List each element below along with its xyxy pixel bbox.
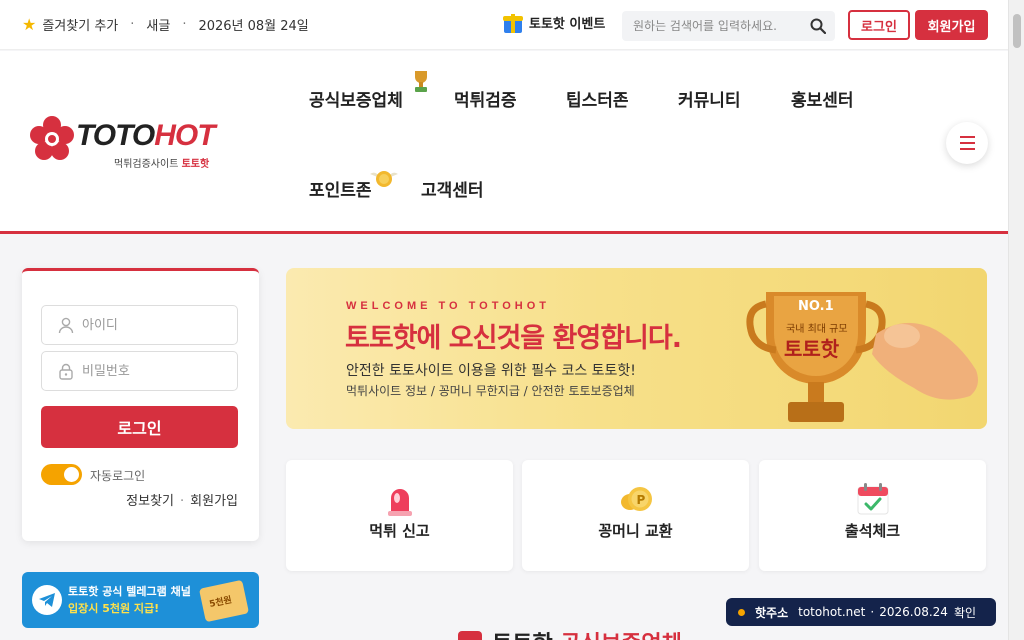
siren-icon (387, 489, 412, 516)
telegram-banner-title: 토토핫 공식 텔레그램 채널 (68, 585, 191, 598)
event-label: 토토핫 이벤트 (529, 16, 606, 32)
join-link[interactable]: 회원가입 (190, 494, 238, 509)
status-dot (738, 608, 745, 616)
star-icon: ★ (22, 14, 37, 34)
svg-text:국내 최대 규모: 국내 최대 규모 (786, 323, 848, 335)
report-scam-label: 먹튀 신고 (369, 522, 430, 540)
login-button[interactable]: 로그인 (41, 406, 238, 448)
user-icon (58, 317, 74, 334)
nav-customer-center[interactable]: 고객센터 (421, 176, 484, 201)
hero-title: 토토핫에 오신것을 환영합니다. (345, 323, 682, 354)
hamburger-icon (959, 134, 975, 152)
report-scam-card[interactable]: 먹튀 신고 (286, 460, 513, 571)
gift-icon (503, 11, 523, 33)
nav-point-zone[interactable]: 포인트존 (309, 176, 372, 201)
attendance-label: 출석체크 (844, 522, 901, 540)
winged-coin-icon (370, 171, 398, 187)
coin-exchange-card[interactable]: P 꽁머니 교환 (522, 460, 749, 571)
hot-address-label: 핫주소 (755, 605, 789, 620)
brand-name: TOTOHOT (76, 119, 216, 152)
svg-text:토토핫: 토토핫 (784, 337, 840, 361)
search-box (622, 11, 835, 41)
login-panel: 로그인 자동로그인 정보찾기·회원가입 (22, 268, 259, 541)
hero-subtitle: 안전한 토토사이트 이용을 위한 필수 코스 토토핫! (346, 363, 636, 379)
site-header: TOTOHOT 먹튀검증사이트 토토핫 공식보증업체 먹튀검증 팁스터존 커뮤니… (0, 51, 1008, 234)
telegram-banner[interactable]: 토토핫 공식 텔레그램 채널 입장시 5천원 지급! 5천원 (22, 572, 259, 628)
lock-icon (59, 363, 73, 380)
flower-logo-icon (30, 116, 74, 160)
nav-tipster-zone[interactable]: 팁스터존 (566, 86, 629, 111)
telegram-icon (32, 585, 62, 615)
page-scrollbar[interactable] (1008, 0, 1024, 640)
svg-text:NO.1: NO.1 (798, 299, 834, 314)
top-bar: ★ 즐겨찾기 추가 · 새글 · 2026년 08월 24일 토토핫 이벤트 로… (0, 0, 1008, 50)
telegram-banner-reward: 입장시 5천원 지급! (68, 602, 160, 615)
welcome-banner[interactable]: WELCOME TO TOTOHOT 토토핫에 오신것을 환영합니다. 안전한 … (286, 268, 987, 429)
calendar-check-icon (857, 483, 888, 515)
id-field[interactable] (41, 305, 238, 345)
trophy-illustration: NO.1 국내 최대 규모 토토핫 (746, 292, 978, 422)
bookmark-link[interactable]: 즐겨찾기 추가 (42, 15, 118, 34)
hero-tags: 먹튀사이트 정보 / 꽁머니 무한지급 / 안전한 토토보증업체 (346, 384, 635, 398)
trophy-badge-icon (415, 71, 427, 92)
scrollbar-thumb[interactable] (1013, 14, 1021, 48)
refresh-link[interactable]: 새글 (146, 15, 170, 34)
hero-welcome: WELCOME TO TOTOHOT (346, 300, 550, 312)
id-input[interactable] (82, 306, 232, 344)
ticket-icon: 5천원 (198, 579, 250, 623)
hot-address-notice[interactable]: 핫주소 totohot.net · 2026.08.24 확인 (726, 598, 996, 626)
hot-address-domain: totohot.net (798, 605, 866, 619)
nav-promotion-center[interactable]: 홍보센터 (791, 86, 854, 111)
hot-address-date: 2026.08.24 (879, 605, 948, 619)
coin-exchange-label: 꽁머니 교환 (598, 522, 673, 540)
search-input[interactable] (622, 11, 792, 41)
auto-login-label: 자동로그인 (90, 469, 146, 483)
attendance-card[interactable]: 출석체크 (759, 460, 986, 571)
nav-community[interactable]: 커뮤니티 (678, 86, 741, 111)
password-input[interactable] (82, 352, 232, 390)
auto-login-toggle[interactable] (41, 464, 82, 485)
event-link[interactable]: 토토핫 이벤트 (503, 11, 605, 33)
password-field[interactable] (41, 351, 238, 391)
nav-scam-verification[interactable]: 먹튀검증 (454, 86, 517, 111)
brand-tagline: 먹튀검증사이트 토토핫 (114, 159, 210, 170)
hamburger-menu-button[interactable] (946, 122, 988, 164)
current-date: 2026년 08월 24일 (198, 19, 309, 34)
svg-text:P: P (636, 493, 645, 507)
join-button-top[interactable]: 회원가입 (915, 10, 988, 40)
nav-official-partners[interactable]: 공식보증업체 (309, 86, 403, 111)
coin-icon: P (620, 487, 652, 511)
login-links: 정보찾기 · 회원가입 (126, 494, 238, 509)
search-icon[interactable] (810, 18, 826, 34)
top-bar-left: ★ 즐겨찾기 추가 · 새글 · 2026년 08월 24일 (22, 14, 309, 34)
section-heading-icon (458, 631, 482, 640)
hot-address-confirm[interactable]: 확인 (954, 604, 976, 621)
section-heading: 토토핫 공식보증업체 (458, 626, 682, 640)
login-button-top[interactable]: 로그인 (848, 10, 910, 40)
find-info-link[interactable]: 정보찾기 (126, 494, 174, 509)
